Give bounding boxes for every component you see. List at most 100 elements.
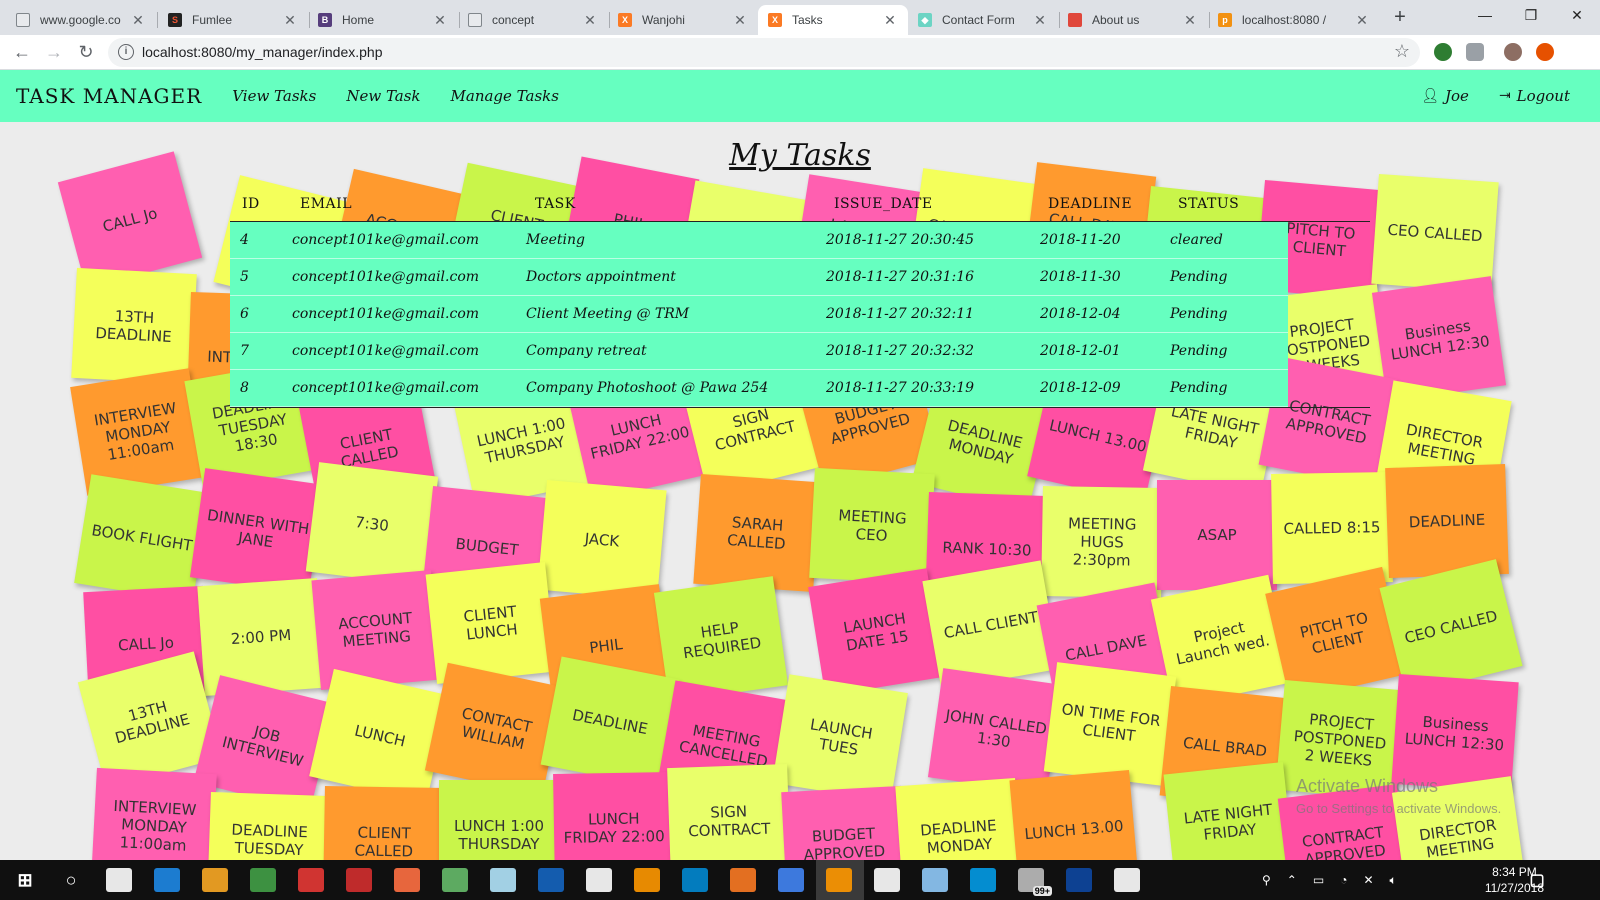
battery-icon[interactable]: ▭ — [1313, 873, 1324, 887]
vlc-icon[interactable] — [634, 868, 660, 892]
table-row: 5 concept101ke@gmail.com Doctors appointme… — [230, 259, 1288, 296]
mail-badge-icon[interactable]: 99+ — [1018, 868, 1052, 896]
profile-avatar-icon[interactable] — [1504, 43, 1522, 61]
edge-icon[interactable] — [154, 868, 180, 892]
chrome-icon[interactable] — [778, 868, 804, 892]
column-header-id: ID — [242, 196, 260, 212]
telkom-icon[interactable] — [682, 868, 708, 892]
network-icon[interactable]: ◔ — [1340, 873, 1347, 887]
browser-tab[interactable]: X Wanjohi ✕ — [608, 5, 758, 35]
sticky-note: SARAH CALLED — [693, 473, 821, 593]
nav-user[interactable]: 👤︎ Joe — [1421, 87, 1469, 105]
file-explorer-icon[interactable] — [202, 868, 228, 892]
bootstrap-icon: B — [318, 13, 332, 27]
search-icon[interactable]: ○ — [58, 868, 84, 892]
sticky-note: INTERVIEW MONDAY 11:00am — [91, 767, 217, 860]
browser-tab[interactable]: B Home ✕ — [308, 5, 458, 35]
sticky-note: SIGN CONTRACT — [667, 763, 791, 860]
alert-icon[interactable] — [1536, 43, 1554, 61]
user-name: Joe — [1445, 87, 1469, 105]
browser-tab[interactable]: p localhost:8080 / ✕ — [1208, 5, 1380, 35]
new-tab-button[interactable]: + — [1388, 5, 1412, 31]
close-icon[interactable]: ✕ — [1032, 12, 1048, 29]
phpmyadmin-icon: p — [1218, 13, 1232, 27]
photos-icon[interactable] — [1114, 868, 1140, 892]
windows-start-icon[interactable]: ⊞ — [12, 868, 38, 892]
firefox-icon[interactable] — [394, 868, 420, 892]
forward-arrow-icon[interactable]: → — [42, 40, 66, 64]
sticky-note: LUNCH 13.00 — [1009, 769, 1139, 860]
sticky-note: ON TIME FOR CLIENT — [1043, 662, 1177, 786]
tab-label: Tasks — [792, 13, 823, 27]
close-window-button[interactable]: ✕ — [1554, 0, 1600, 30]
close-icon[interactable]: ✕ — [282, 12, 298, 29]
browser-tab-active[interactable]: X Tasks ✕ — [758, 5, 908, 35]
app-icon[interactable] — [298, 868, 324, 892]
brand-title[interactable]: TASK MANAGER — [16, 84, 202, 108]
notes-icon[interactable] — [490, 868, 516, 892]
column-header-deadline: DEADLINE — [1048, 196, 1133, 212]
cell-issue-date: 2018-11-27 20:32:32 — [826, 343, 975, 359]
cell-issue-date: 2018-11-27 20:32:11 — [826, 306, 975, 322]
word-icon[interactable] — [538, 868, 564, 892]
close-icon[interactable]: ✕ — [432, 12, 448, 29]
edge-round-icon[interactable] — [970, 868, 996, 892]
cell-id: 6 — [240, 306, 249, 322]
table-bottom-rule — [230, 407, 1370, 408]
url-text[interactable]: localhost:8080/my_manager/index.php — [142, 44, 383, 60]
browser-tab[interactable]: S Fumlee ✕ — [158, 5, 308, 35]
photoshop-icon[interactable] — [1066, 868, 1092, 892]
cell-task: Client Meeting @ TRM — [526, 306, 690, 322]
info-icon[interactable]: i — [118, 44, 134, 60]
tasks-table: ID EMAIL TASK ISSUE_DATE DEADLINE STATUS… — [230, 188, 1370, 408]
xampp-icon[interactable] — [730, 868, 756, 892]
volume-icon[interactable]: 🔈︎ — [1390, 873, 1397, 888]
nav-new-task[interactable]: New Task — [346, 87, 420, 105]
nav-manage-tasks[interactable]: Manage Tasks — [451, 87, 559, 105]
minimize-button[interactable]: — — [1462, 0, 1508, 30]
sticky-note: BOOK FLIGHT — [74, 474, 210, 602]
tab-label: concept — [492, 13, 535, 27]
close-icon[interactable]: ✕ — [1182, 12, 1198, 29]
browser-tab[interactable]: About us ✕ — [1058, 5, 1208, 35]
people-icon[interactable]: ⚲ — [1262, 873, 1271, 887]
address-bar[interactable]: i localhost:8080/my_manager/index.php ☆ — [108, 38, 1420, 67]
close-icon[interactable]: ✕ — [732, 12, 748, 29]
notifications-icon[interactable]: ▢ — [1524, 868, 1550, 892]
bookmark-star-icon[interactable]: ☆ — [1394, 41, 1410, 62]
sublime-icon[interactable] — [826, 868, 852, 892]
close-icon[interactable]: ✕ — [582, 12, 598, 29]
cell-email: concept101ke@gmail.com — [292, 343, 480, 359]
close-icon[interactable]: ✕ — [1354, 12, 1370, 29]
table-row: 8 concept101ke@gmail.com Company Photoshoo… — [230, 370, 1288, 407]
xampp-icon: X — [768, 13, 782, 27]
browser-tab[interactable]: www.google.co ✕ — [6, 5, 156, 35]
obs-icon[interactable] — [874, 868, 900, 892]
chevron-up-icon[interactable]: ⌃ — [1287, 873, 1297, 887]
close-icon[interactable]: ✕ — [882, 12, 898, 29]
document-icon — [16, 13, 30, 27]
activate-windows-watermark: Activate Windows Go to Settings to activ… — [1296, 776, 1501, 816]
explorer-view-icon[interactable] — [106, 868, 132, 892]
extension-icon[interactable] — [1434, 43, 1452, 61]
browser-tab[interactable]: ◆ Contact Form ✕ — [908, 5, 1058, 35]
cell-issue-date: 2018-11-27 20:30:45 — [826, 232, 975, 248]
browser-tab-strip: www.google.co ✕ S Fumlee ✕ B Home ✕ conc… — [0, 0, 1600, 35]
store-icon[interactable] — [250, 868, 276, 892]
no-network-icon[interactable]: ✕ — [1363, 873, 1373, 887]
xampp-icon: X — [618, 13, 632, 27]
logout-label: Logout — [1516, 87, 1570, 105]
cards-icon[interactable] — [586, 868, 612, 892]
back-arrow-icon[interactable]: ← — [10, 40, 34, 64]
paint-icon[interactable] — [922, 868, 948, 892]
close-icon[interactable]: ✕ — [130, 12, 146, 29]
acrobat-icon[interactable] — [346, 868, 372, 892]
nav-logout[interactable]: ⇥ Logout — [1499, 87, 1570, 105]
browser-tab[interactable]: concept ✕ — [458, 5, 608, 35]
reload-icon[interactable]: ↻ — [74, 40, 98, 64]
browser-toolbar: ← → ↻ i localhost:8080/my_manager/index.… — [0, 35, 1600, 70]
utorrent-icon[interactable] — [442, 868, 468, 892]
nav-view-tasks[interactable]: View Tasks — [232, 87, 316, 105]
restore-button[interactable]: ❐ — [1508, 0, 1554, 30]
lock-extension-icon[interactable] — [1466, 43, 1484, 61]
